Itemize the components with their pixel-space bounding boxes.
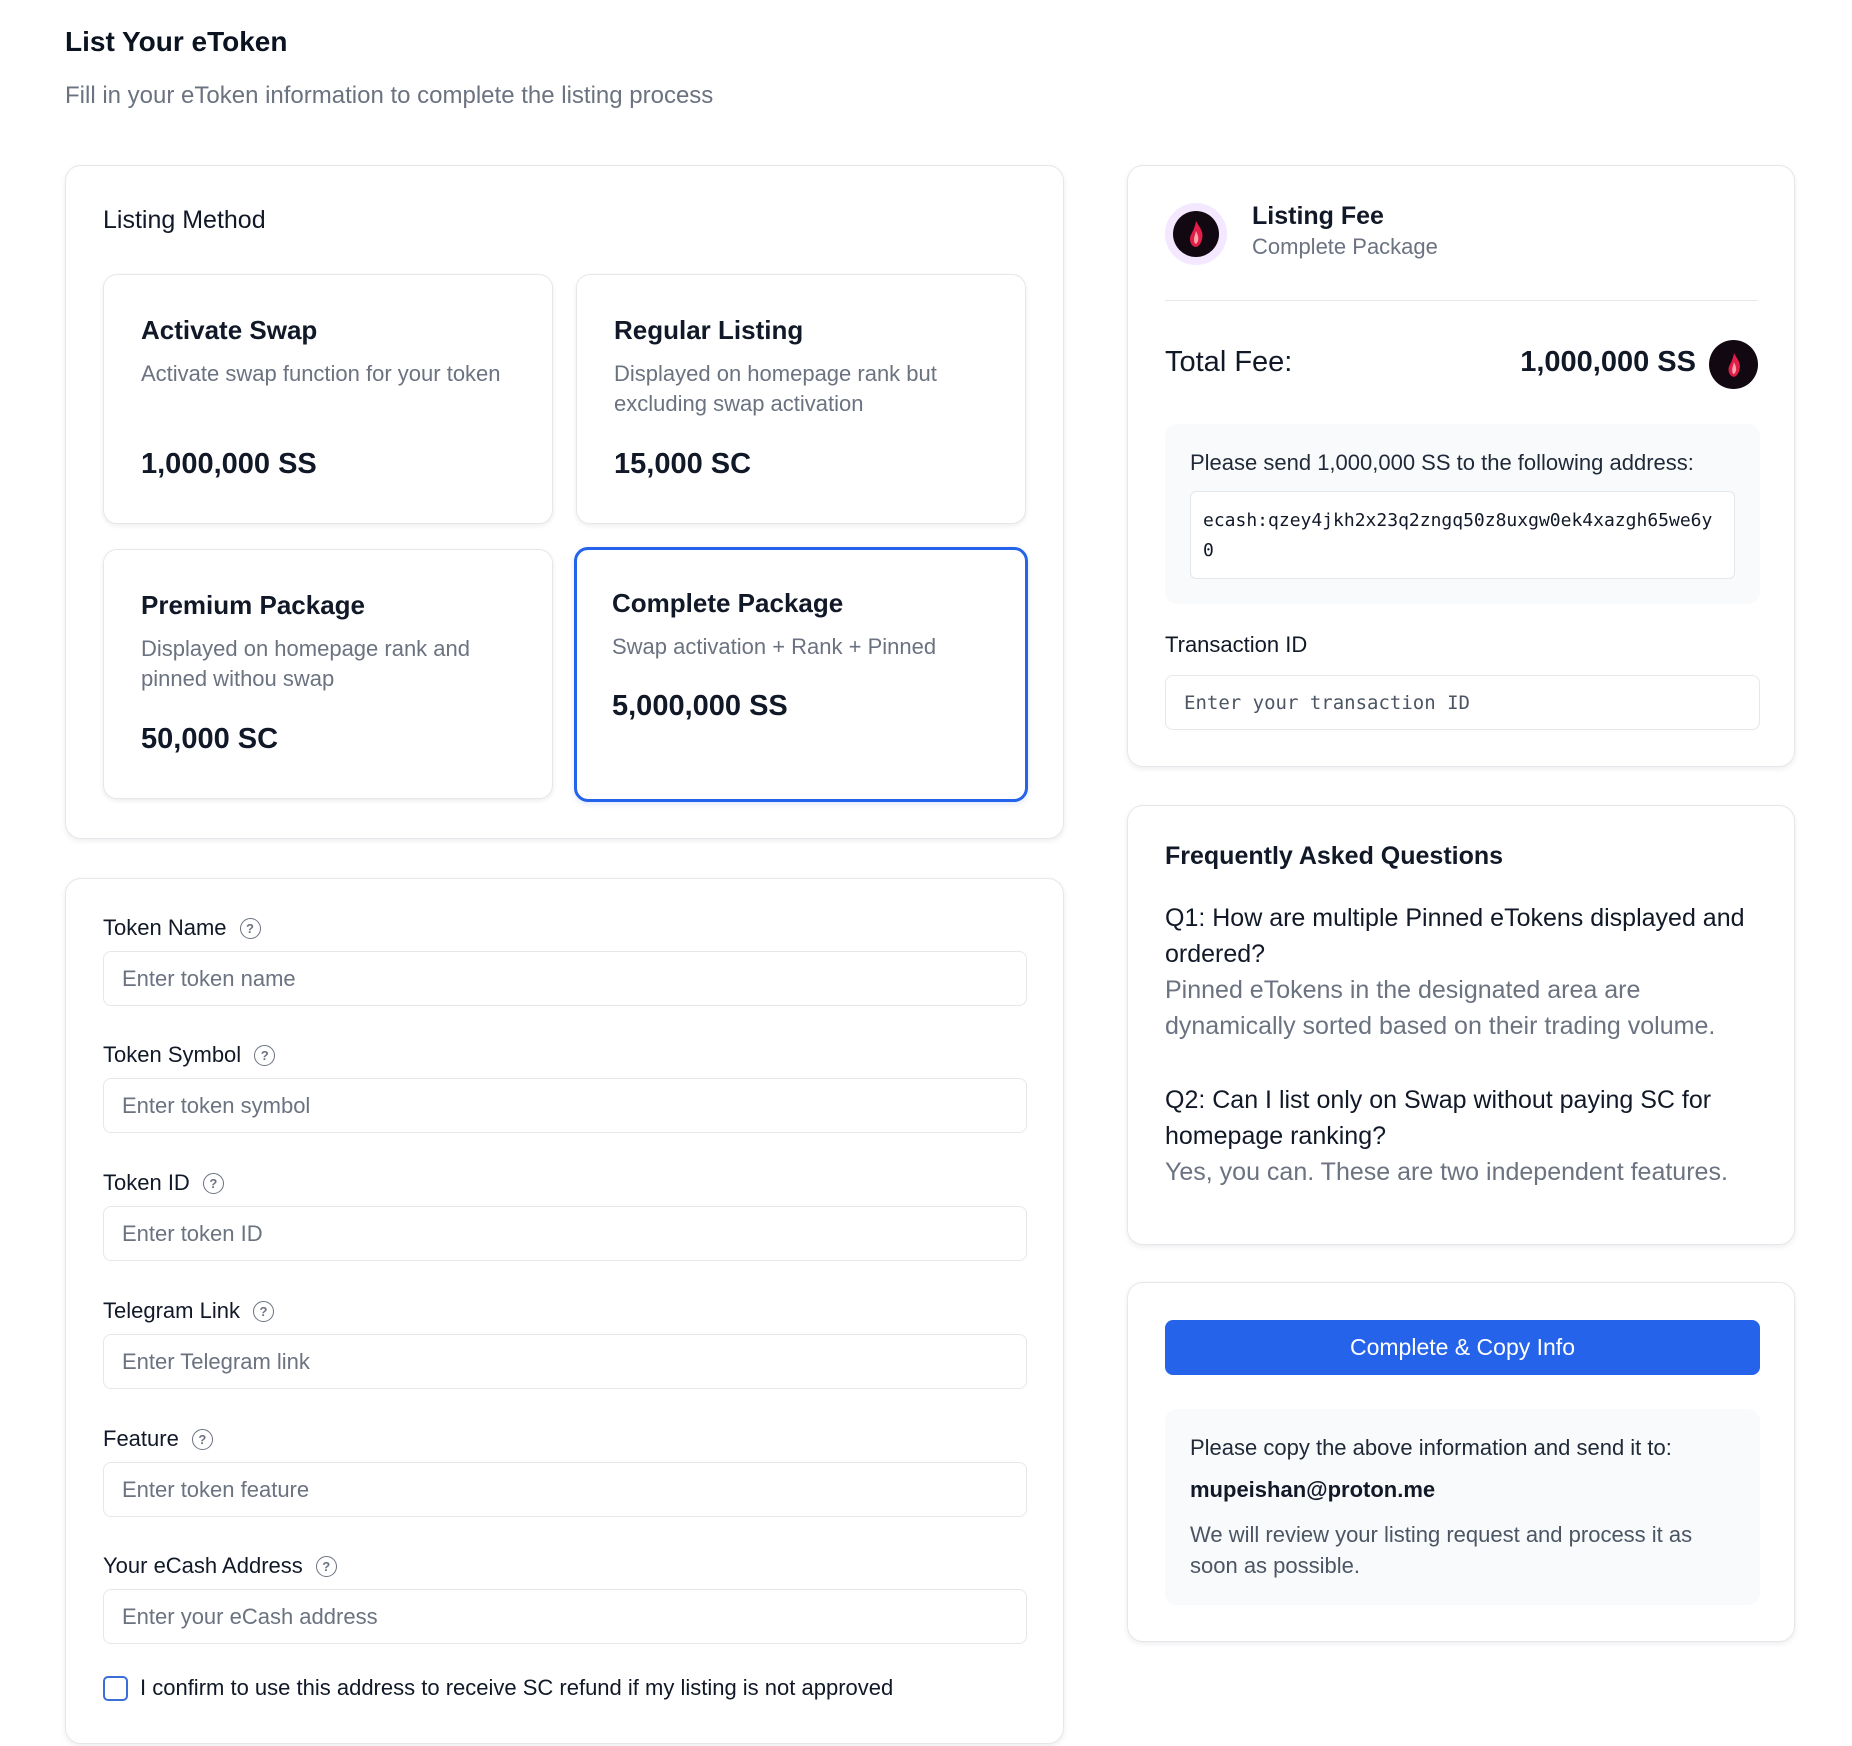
option-price: 50,000 SC	[141, 723, 279, 755]
refund-confirm-row[interactable]: I confirm to use this address to receive…	[103, 1675, 893, 1701]
option-price: 15,000 SC	[614, 448, 752, 480]
token-symbol-input[interactable]	[103, 1078, 1027, 1133]
complete-copy-button[interactable]: Complete & Copy Info	[1165, 1320, 1760, 1375]
contact-email[interactable]: mupeishan@proton.me	[1190, 1477, 1435, 1503]
listing-method-card: Listing Method Activate Swap Activate sw…	[65, 165, 1064, 839]
listing-fee-card: Listing Fee Complete Package Total Fee: …	[1127, 165, 1795, 767]
token-name-input[interactable]	[103, 951, 1027, 1006]
page-subtitle: Fill in your eToken information to compl…	[65, 82, 714, 109]
feature-input[interactable]	[103, 1462, 1027, 1517]
option-description: Swap activation + Rank + Pinned	[612, 634, 937, 659]
option-description: Displayed on homepage rank and pinned wi…	[141, 636, 471, 691]
faq-question: Q2: Can I list only on Swap without payi…	[1165, 1086, 1712, 1150]
question-circle-icon[interactable]: ?	[254, 1044, 276, 1066]
field-label-text: Your eCash Address	[103, 1553, 303, 1578]
listing-fee-package: Complete Package	[1252, 234, 1438, 259]
telegram-link-label: Telegram Link ?	[103, 1298, 274, 1324]
total-fee-amount: 1,000,000 SS	[1520, 346, 1696, 378]
field-label-text: Telegram Link	[103, 1298, 240, 1323]
flame-token-icon	[1173, 211, 1219, 257]
ecash-address-label: Your eCash Address ?	[103, 1553, 337, 1579]
transaction-id-input[interactable]	[1165, 675, 1760, 730]
payment-instructions: Please send 1,000,000 SS to the followin…	[1165, 424, 1760, 604]
option-name: Activate Swap	[141, 315, 318, 345]
field-label-text: Token Name	[103, 915, 227, 940]
divider	[1165, 300, 1758, 301]
field-label-text: Token Symbol	[103, 1042, 242, 1067]
option-premium-package[interactable]: Premium Package Displayed on homepage ra…	[103, 549, 553, 799]
token-logo	[1165, 203, 1227, 265]
option-name: Regular Listing	[614, 315, 804, 345]
token-id-input[interactable]	[103, 1206, 1027, 1261]
option-price: 1,000,000 SS	[141, 448, 317, 480]
review-note: We will review your listing request and …	[1190, 1522, 1693, 1578]
faq-card: Frequently Asked Questions Q1: How are m…	[1127, 805, 1795, 1245]
flame-token-icon	[1709, 340, 1758, 389]
option-regular-listing[interactable]: Regular Listing Displayed on homepage ra…	[576, 274, 1026, 524]
refund-confirm-label: I confirm to use this address to receive…	[140, 1675, 894, 1700]
total-fee-label: Total Fee:	[1165, 346, 1293, 378]
field-label-text: Feature	[103, 1426, 179, 1451]
token-symbol-label: Token Symbol ?	[103, 1042, 276, 1068]
token-name-label: Token Name ?	[103, 915, 261, 941]
faq-answer: Pinned eTokens in the designated area ar…	[1165, 976, 1716, 1040]
question-circle-icon[interactable]: ?	[252, 1300, 274, 1322]
faq-answer: Yes, you can. These are two independent …	[1165, 1158, 1728, 1186]
submission-instruction: Please copy the above information and se…	[1190, 1435, 1672, 1460]
feature-label: Feature ?	[103, 1426, 213, 1452]
listing-fee-title: Listing Fee	[1252, 202, 1384, 230]
send-instruction: Please send 1,000,000 SS to the followin…	[1190, 450, 1694, 475]
submit-card: Complete & Copy Info Please copy the abo…	[1127, 1282, 1795, 1642]
option-description: Activate swap function for your token	[141, 361, 501, 386]
question-circle-icon[interactable]: ?	[315, 1555, 337, 1577]
option-activate-swap[interactable]: Activate Swap Activate swap function for…	[103, 274, 553, 524]
option-description: Displayed on homepage rank but excluding…	[614, 361, 937, 416]
listing-method-title: Listing Method	[103, 206, 266, 234]
submission-info: Please copy the above information and se…	[1165, 1409, 1760, 1605]
option-name: Premium Package	[141, 590, 366, 620]
faq-question: Q1: How are multiple Pinned eTokens disp…	[1165, 904, 1745, 968]
option-price: 5,000,000 SS	[612, 690, 788, 722]
transaction-id-label: Transaction ID	[1165, 632, 1308, 657]
question-circle-icon[interactable]: ?	[202, 1172, 224, 1194]
payment-address[interactable]: ecash:qzey4jkh2x23q2zngq50z8uxgw0ek4xazg…	[1190, 491, 1735, 579]
option-name: Complete Package	[612, 588, 844, 618]
ecash-address-input[interactable]	[103, 1589, 1027, 1644]
token-info-form: Token Name ? Token Symbol ? Token ID ? T…	[65, 878, 1064, 1744]
question-circle-icon[interactable]: ?	[191, 1428, 213, 1450]
faq-title: Frequently Asked Questions	[1165, 842, 1504, 870]
token-id-label: Token ID ?	[103, 1170, 224, 1196]
telegram-link-input[interactable]	[103, 1334, 1027, 1389]
question-circle-icon[interactable]: ?	[239, 917, 261, 939]
option-complete-package[interactable]: Complete Package Swap activation + Rank …	[574, 547, 1028, 802]
field-label-text: Token ID	[103, 1170, 190, 1195]
page-title: List Your eToken	[65, 26, 288, 57]
refund-confirm-checkbox[interactable]	[103, 1675, 128, 1701]
